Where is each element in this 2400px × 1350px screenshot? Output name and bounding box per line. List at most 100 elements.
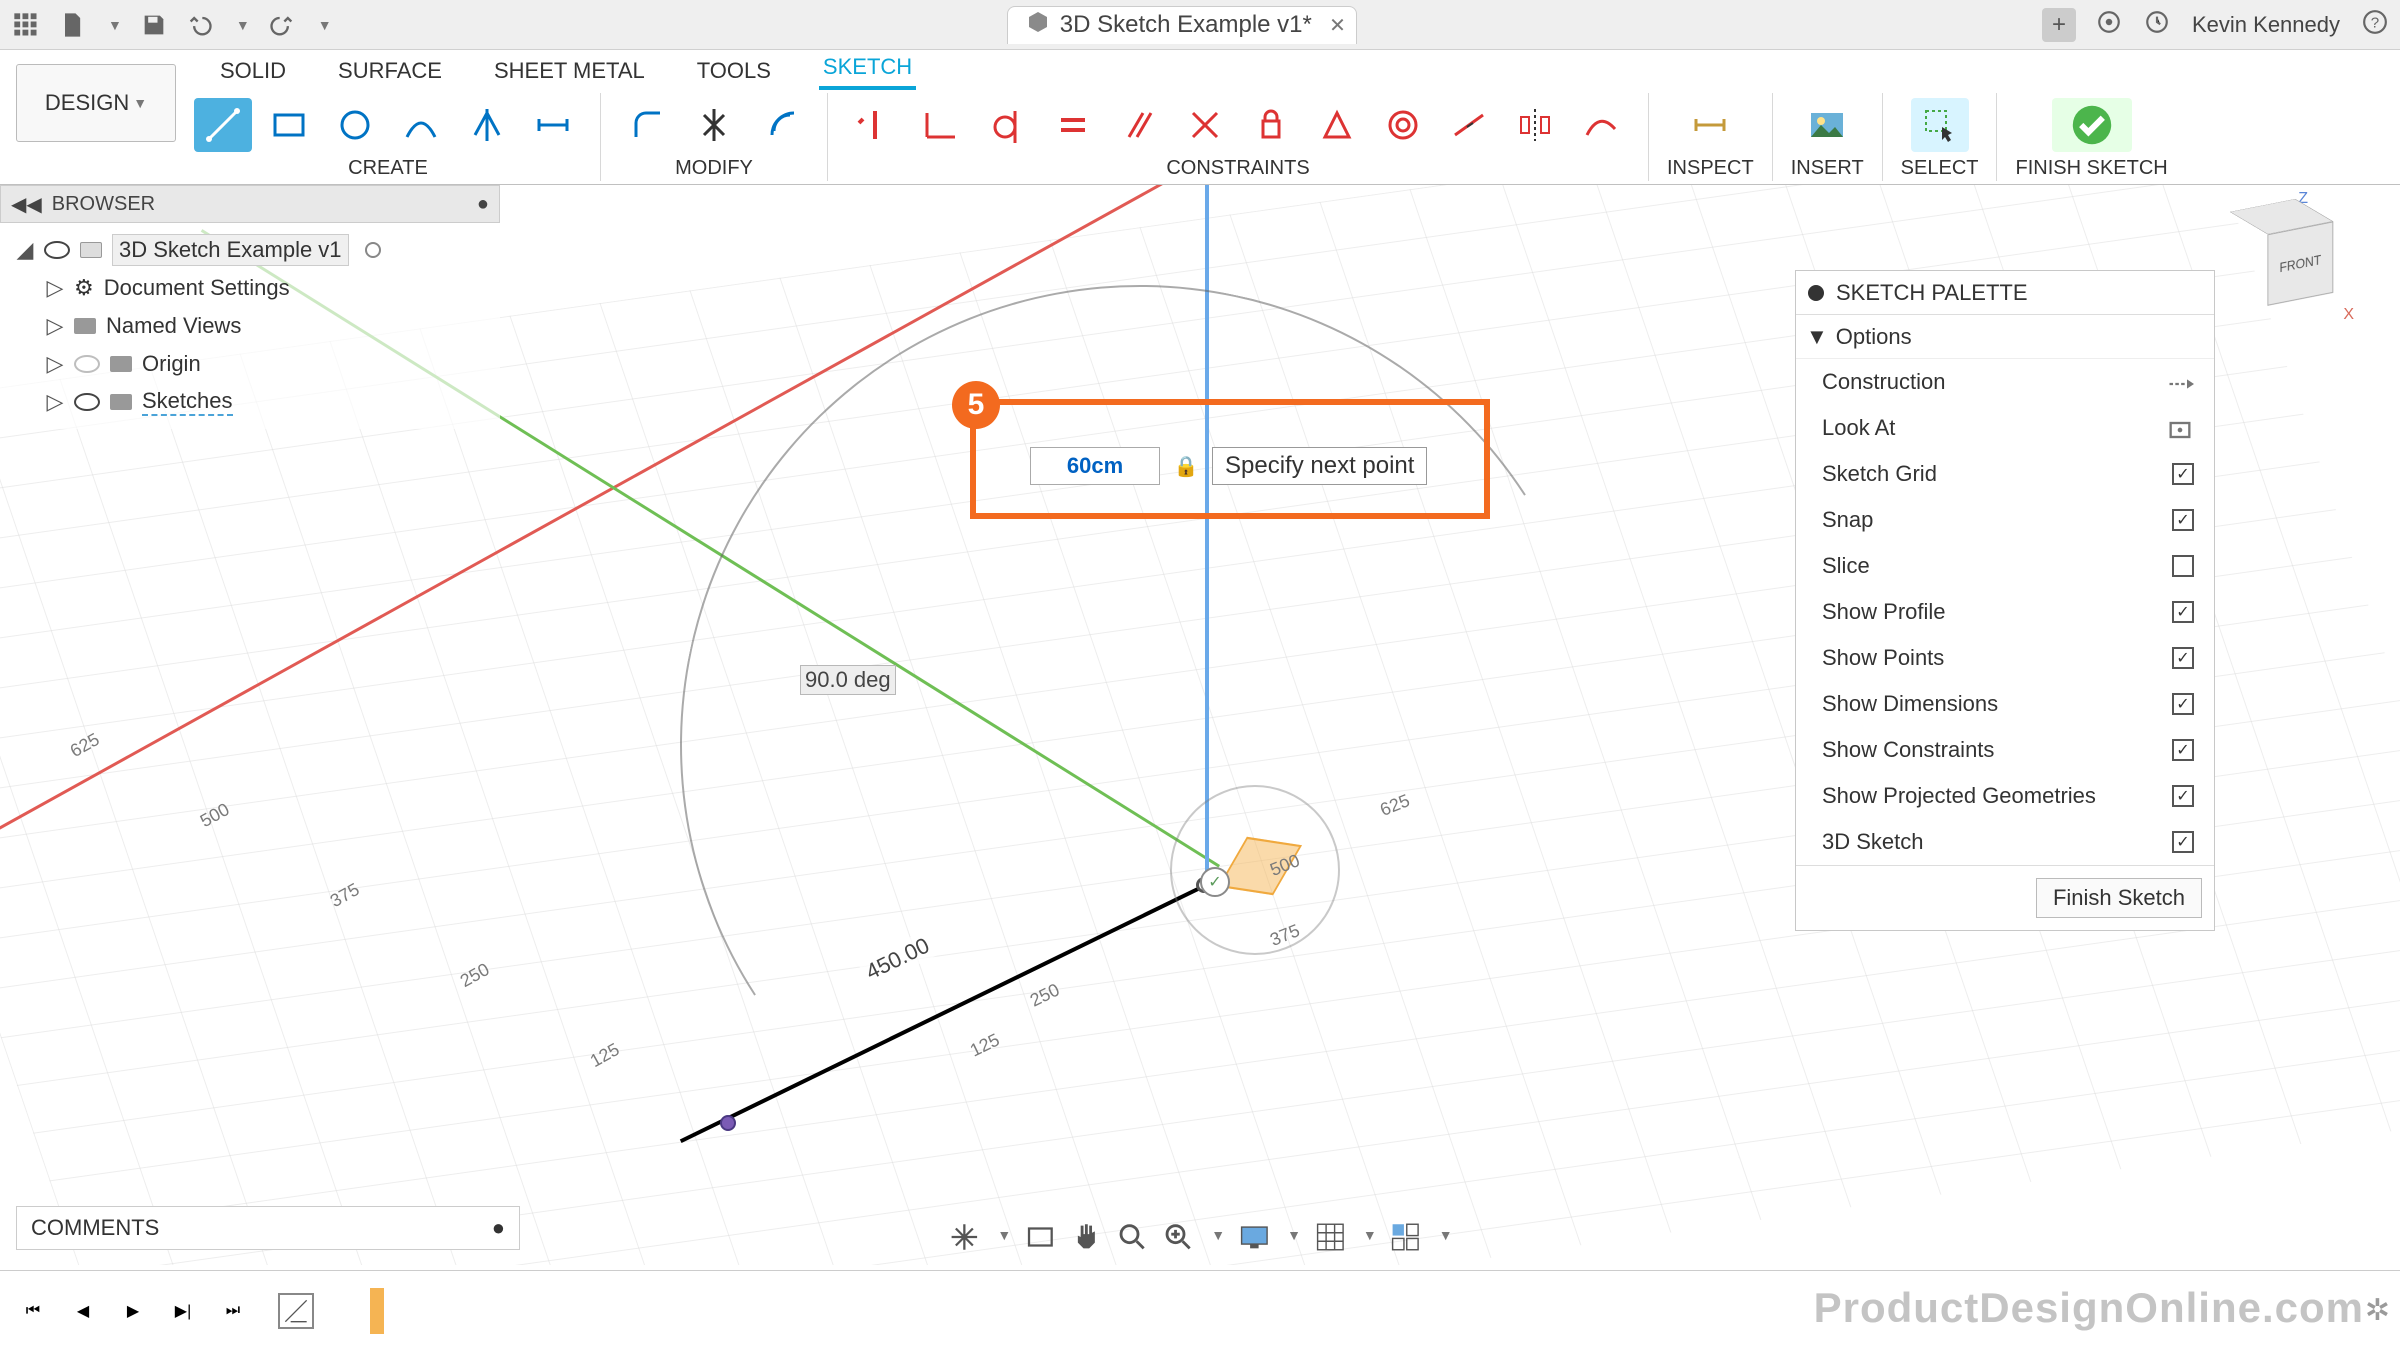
select-tool-icon[interactable] [1911,98,1969,152]
caret-icon[interactable]: ▼ [1211,1227,1225,1243]
document-tab[interactable]: 3D Sketch Example v1* ✕ [1007,6,1357,44]
palette-header[interactable]: SKETCH PALETTE [1796,271,2214,315]
rectangle-tool-icon[interactable] [260,98,318,152]
palette-option[interactable]: Construction [1796,359,2214,405]
palette-option[interactable]: Show Profile [1796,589,2214,635]
help-icon[interactable]: ? [2362,9,2388,41]
tree-root[interactable]: ◢ 3D Sketch Example v1 [0,231,500,269]
timeline-start-icon[interactable]: ⏮ [16,1294,50,1328]
display-settings-icon[interactable] [1237,1220,1271,1250]
viewcube-front[interactable]: FRONT [2267,221,2333,305]
palette-option[interactable]: Show Points [1796,635,2214,681]
caret-icon[interactable]: ▼ [1287,1227,1301,1243]
save-icon[interactable] [140,11,168,39]
symmetry-constraint-icon[interactable] [1506,98,1564,152]
origin-gizmo[interactable]: ✓ [1170,785,1340,955]
collapse-icon[interactable]: ◀◀ [11,192,42,217]
caret-icon[interactable]: ▼ [318,17,332,33]
checkbox[interactable] [2172,647,2194,669]
check-badge-icon[interactable]: ✓ [1200,867,1230,897]
activate-radio[interactable] [365,242,381,258]
apps-grid-icon[interactable] [12,11,40,39]
timeline-step-back-icon[interactable]: ◀ [66,1294,100,1328]
circle-tool-icon[interactable] [326,98,384,152]
palette-option[interactable]: Look At [1796,405,2214,451]
visibility-icon[interactable] [44,241,70,259]
construction-icon[interactable] [2166,370,2194,394]
checkbox[interactable] [2172,831,2194,853]
job-status-icon[interactable] [2144,9,2170,41]
dimension-input[interactable] [1030,447,1160,485]
tree-item[interactable]: ▷ ⚙ Document Settings [0,269,500,307]
group-label[interactable]: CREATE [348,157,428,180]
mirror-tool-icon[interactable] [458,98,516,152]
tab-tools[interactable]: TOOLS [693,52,775,90]
group-label[interactable]: CONSTRAINTS [1166,157,1309,180]
checkbox[interactable] [2172,601,2194,623]
timeline-play-icon[interactable]: ▶ [116,1294,150,1328]
measure-tool-icon[interactable] [1681,98,1739,152]
viewport-settings-icon[interactable] [1389,1220,1423,1250]
collapse-icon[interactable] [1808,285,1824,301]
twist-icon[interactable]: ▷ [46,275,64,301]
tangent-constraint-icon[interactable] [978,98,1036,152]
group-label[interactable]: MODIFY [675,157,753,180]
caret-icon[interactable]: ▼ [997,1227,1011,1243]
twist-icon[interactable]: ▷ [46,351,64,377]
caret-icon[interactable]: ▼ [236,17,250,33]
timeline-step-fwd-icon[interactable]: ▶| [166,1294,200,1328]
pin-icon[interactable]: ● [492,1215,505,1241]
undo-icon[interactable] [186,11,214,39]
palette-option[interactable]: Slice [1796,543,2214,589]
palette-option[interactable]: Show Constraints [1796,727,2214,773]
finish-sketch-button[interactable] [2052,98,2132,152]
new-file-icon[interactable] [58,11,86,39]
timeline-feature-sketch[interactable] [278,1293,314,1329]
curvature-constraint-icon[interactable] [1572,98,1630,152]
collinear-constraint-icon[interactable] [1440,98,1498,152]
orbit-icon[interactable] [947,1220,981,1250]
finish-sketch-palette-button[interactable]: Finish Sketch [2036,878,2202,918]
caret-icon[interactable]: ▼ [1363,1227,1377,1243]
hv-constraint-icon[interactable] [846,98,904,152]
palette-option[interactable]: 3D Sketch [1796,819,2214,865]
checkbox[interactable] [2172,509,2194,531]
extensions-icon[interactable] [2096,9,2122,41]
workspace-switcher[interactable]: DESIGN▼ [16,64,176,142]
coincident-constraint-icon[interactable] [912,98,970,152]
pin-icon[interactable]: ● [477,193,489,216]
insert-image-icon[interactable] [1798,98,1856,152]
palette-option[interactable]: Snap [1796,497,2214,543]
twist-icon[interactable]: ▷ [46,389,64,415]
visibility-icon[interactable] [74,355,100,373]
visibility-icon[interactable] [74,393,100,411]
fix-constraint-icon[interactable] [1242,98,1300,152]
settings-gear-icon[interactable]: ✲ [2365,1293,2390,1328]
tree-root-label[interactable]: 3D Sketch Example v1 [112,234,349,266]
checkbox[interactable] [2172,739,2194,761]
tree-item[interactable]: ▷ Named Views [0,307,500,345]
line-endpoint[interactable] [720,1115,736,1131]
tab-surface[interactable]: SURFACE [334,52,446,90]
twist-icon[interactable]: ▷ [46,313,64,339]
new-tab-button[interactable]: + [2042,8,2076,42]
trim-tool-icon[interactable] [685,98,743,152]
grid-settings-icon[interactable] [1313,1220,1347,1250]
parallel-constraint-icon[interactable] [1110,98,1168,152]
concentric-constraint-icon[interactable] [1374,98,1432,152]
midpoint-constraint-icon[interactable] [1308,98,1366,152]
arc-tool-icon[interactable] [392,98,450,152]
equal-constraint-icon[interactable] [1044,98,1102,152]
checkbox[interactable] [2172,693,2194,715]
checkbox[interactable] [2172,463,2194,485]
palette-option[interactable]: Sketch Grid [1796,451,2214,497]
caret-icon[interactable]: ▼ [108,17,122,33]
caret-icon[interactable]: ▼ [1439,1227,1453,1243]
checkbox[interactable] [2172,555,2194,577]
tree-item[interactable]: ▷ Origin [0,345,500,383]
fit-icon[interactable] [1161,1220,1195,1250]
lock-icon[interactable]: 🔒 [1172,452,1200,480]
tab-sheetmetal[interactable]: SHEET METAL [490,52,649,90]
zoom-icon[interactable] [1115,1220,1149,1250]
viewcube[interactable]: Z X FRONT RIGHT [2230,200,2350,320]
